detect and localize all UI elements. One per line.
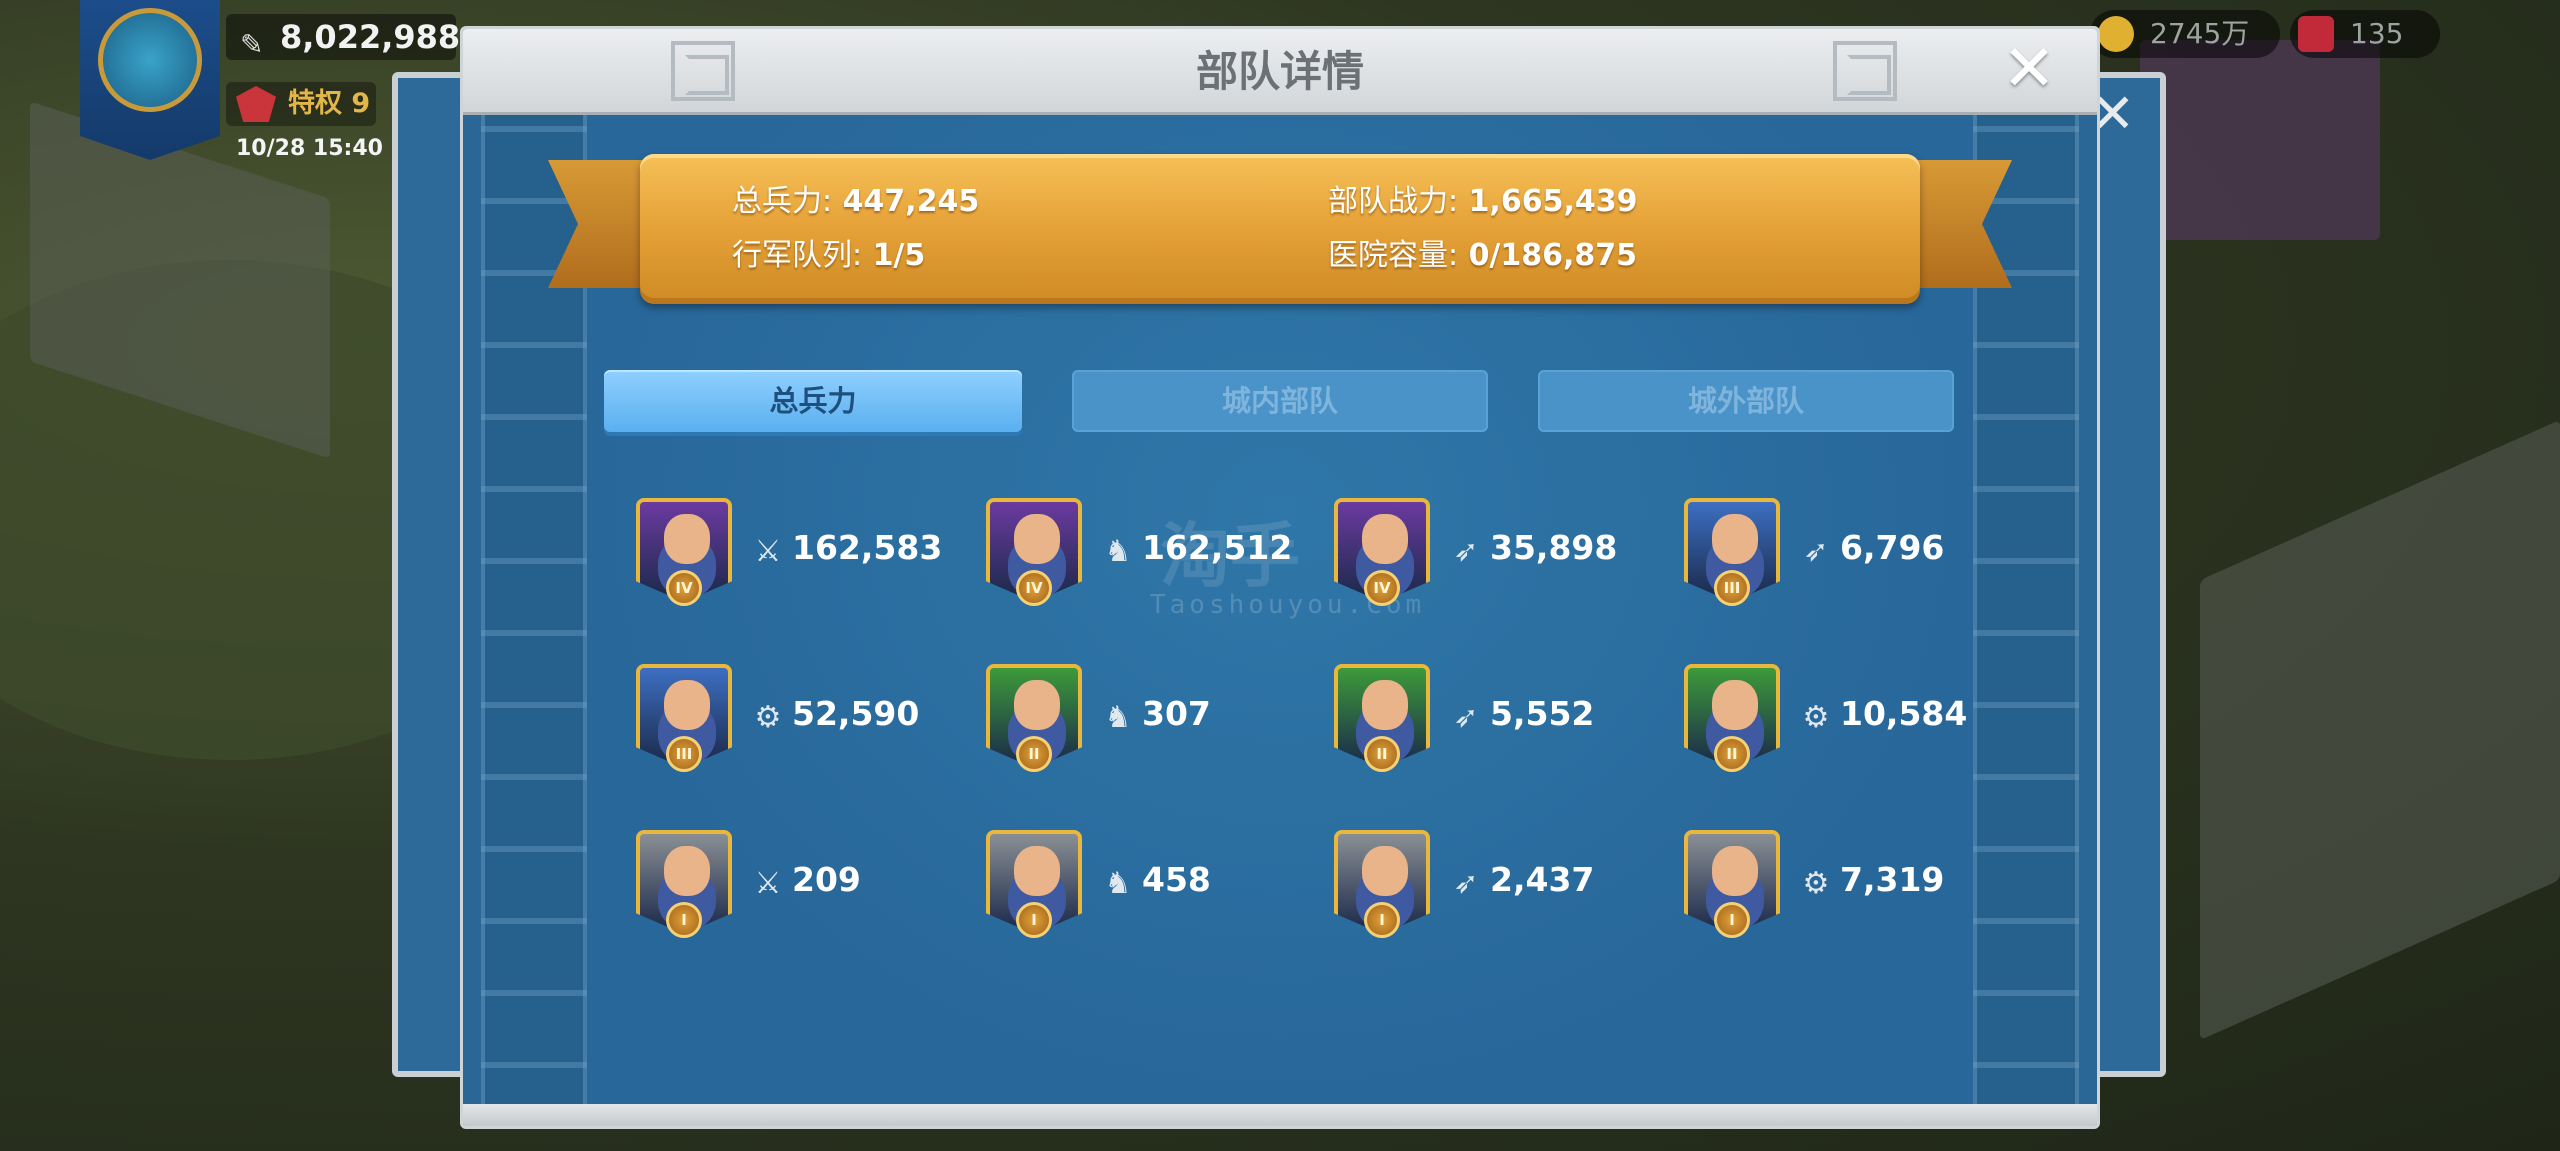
total-troops-stat: 总兵力: 447,245: [732, 176, 979, 220]
tier-badge: I: [666, 902, 702, 938]
cavalry-icon: ♞: [1104, 700, 1132, 735]
tier-badge: IV: [1364, 570, 1400, 606]
troop-entry[interactable]: I ➶ 2,437: [1334, 830, 1664, 940]
troop-count: 162,583: [792, 528, 943, 567]
troop-entry[interactable]: I ♞ 458: [986, 830, 1316, 940]
gold-value: 2745万: [2150, 17, 2250, 50]
tab-in-city-troops[interactable]: 城内部队: [1072, 370, 1488, 432]
troop-face: [1014, 514, 1060, 564]
troop-face: [1712, 514, 1758, 564]
total-troops-label: 总兵力:: [732, 184, 833, 219]
gem-value: 135: [2350, 17, 2404, 50]
dialog-header: 部队详情 ✕: [463, 29, 2097, 115]
total-troops-value: 447,245: [842, 184, 980, 219]
troop-face: [1362, 680, 1408, 730]
cavalry-icon: ♞: [1104, 866, 1132, 901]
troop-face: [664, 514, 710, 564]
troop-entry[interactable]: IV ⚔ 162,583: [636, 498, 966, 608]
march-queue-stat: 行军队列: 1/5: [732, 230, 925, 274]
tier-badge: I: [1714, 902, 1750, 938]
hospital-capacity-stat: 医院容量: 0/186,875: [1328, 230, 1637, 274]
tier-badge: II: [1364, 736, 1400, 772]
sword-icon: ✎: [240, 28, 264, 61]
troop-entry[interactable]: I ⚙ 7,319: [1684, 830, 2014, 940]
troop-face: [664, 846, 710, 896]
troop-count: 209: [792, 860, 861, 899]
siege-icon: ⚙: [1802, 866, 1830, 901]
gem-icon: [2298, 16, 2334, 52]
archer-icon: ➶: [1453, 700, 1479, 735]
vip-shield-icon: [236, 86, 276, 122]
troop-power-value: 1,665,439: [1468, 184, 1638, 219]
dialog-title: 部队详情: [1195, 47, 1364, 96]
siege-icon: ⚙: [1802, 700, 1830, 735]
tab-outside-troops[interactable]: 城外部队: [1538, 370, 1954, 432]
cavalry-icon: ♞: [1104, 534, 1132, 569]
player-power[interactable]: ✎ 8,022,988: [226, 14, 460, 61]
background-wall: [2140, 40, 2380, 240]
infantry-icon: ⚔: [754, 866, 782, 901]
troop-count: 307: [1142, 694, 1211, 733]
player-avatar[interactable]: [80, 0, 220, 160]
troop-entry[interactable]: II ♞ 307: [986, 664, 1316, 774]
tab-total-troops[interactable]: 总兵力: [604, 370, 1022, 432]
tier-badge: III: [1714, 570, 1750, 606]
dialog-footer: [463, 1104, 2097, 1126]
troop-count: 162,512: [1142, 528, 1293, 567]
background-wall: [2200, 419, 2560, 1041]
troop-entry[interactable]: II ⚙ 10,584: [1684, 664, 2014, 774]
troop-entry[interactable]: III ➶ 6,796: [1684, 498, 2014, 608]
troop-count: 458: [1142, 860, 1211, 899]
archer-icon: ➶: [1803, 534, 1829, 569]
tier-badge: I: [1364, 902, 1400, 938]
troop-entry[interactable]: III ⚙ 52,590: [636, 664, 966, 774]
hospital-capacity-value: 0/186,875: [1468, 238, 1638, 273]
troop-count: 52,590: [792, 694, 920, 733]
troop-face: [664, 680, 710, 730]
tier-badge: IV: [666, 570, 702, 606]
gold-coin-icon: [2098, 16, 2134, 52]
troop-entry[interactable]: II ➶ 5,552: [1334, 664, 1664, 774]
power-value: 8,022,988: [280, 18, 461, 56]
hospital-capacity-label: 医院容量:: [1328, 238, 1459, 273]
tier-badge: II: [1714, 736, 1750, 772]
tier-badge: IV: [1016, 570, 1052, 606]
march-queue-label: 行军队列:: [732, 238, 863, 273]
vip-label: 特权 9: [288, 88, 371, 119]
gem-resource[interactable]: 135: [2290, 10, 2440, 58]
troop-count: 35,898: [1490, 528, 1618, 567]
avatar-portrait: [98, 8, 202, 112]
troop-face: [1712, 680, 1758, 730]
troop-entry[interactable]: IV ➶ 35,898: [1334, 498, 1664, 608]
troop-power-label: 部队战力:: [1328, 184, 1459, 219]
tier-badge: II: [1016, 736, 1052, 772]
archer-icon: ➶: [1453, 866, 1479, 901]
troop-face: [1014, 680, 1060, 730]
troop-power-stat: 部队战力: 1,665,439: [1328, 176, 1637, 220]
troop-face: [1014, 846, 1060, 896]
troop-count: 6,796: [1840, 528, 1945, 567]
vip-badge[interactable]: 特权 9: [226, 82, 376, 126]
tier-badge: I: [1016, 902, 1052, 938]
tier-badge: III: [666, 736, 702, 772]
troop-count: 7,319: [1840, 860, 1945, 899]
troop-count: 10,584: [1840, 694, 1968, 733]
infantry-icon: ⚔: [754, 534, 782, 569]
close-button[interactable]: ✕: [1997, 37, 2061, 101]
troop-face: [1362, 846, 1408, 896]
troop-face: [1712, 846, 1758, 896]
troop-entry[interactable]: IV ♞ 162,512: [986, 498, 1316, 608]
troop-entry[interactable]: I ⚔ 209: [636, 830, 966, 940]
troop-count: 5,552: [1490, 694, 1595, 733]
siege-icon: ⚙: [754, 700, 782, 735]
troop-count: 2,437: [1490, 860, 1595, 899]
troop-face: [1362, 514, 1408, 564]
archer-icon: ➶: [1453, 534, 1479, 569]
gold-resource[interactable]: 2745万: [2090, 10, 2280, 58]
game-clock: 10/28 15:40: [236, 136, 383, 161]
march-queue-value: 1/5: [872, 238, 926, 273]
